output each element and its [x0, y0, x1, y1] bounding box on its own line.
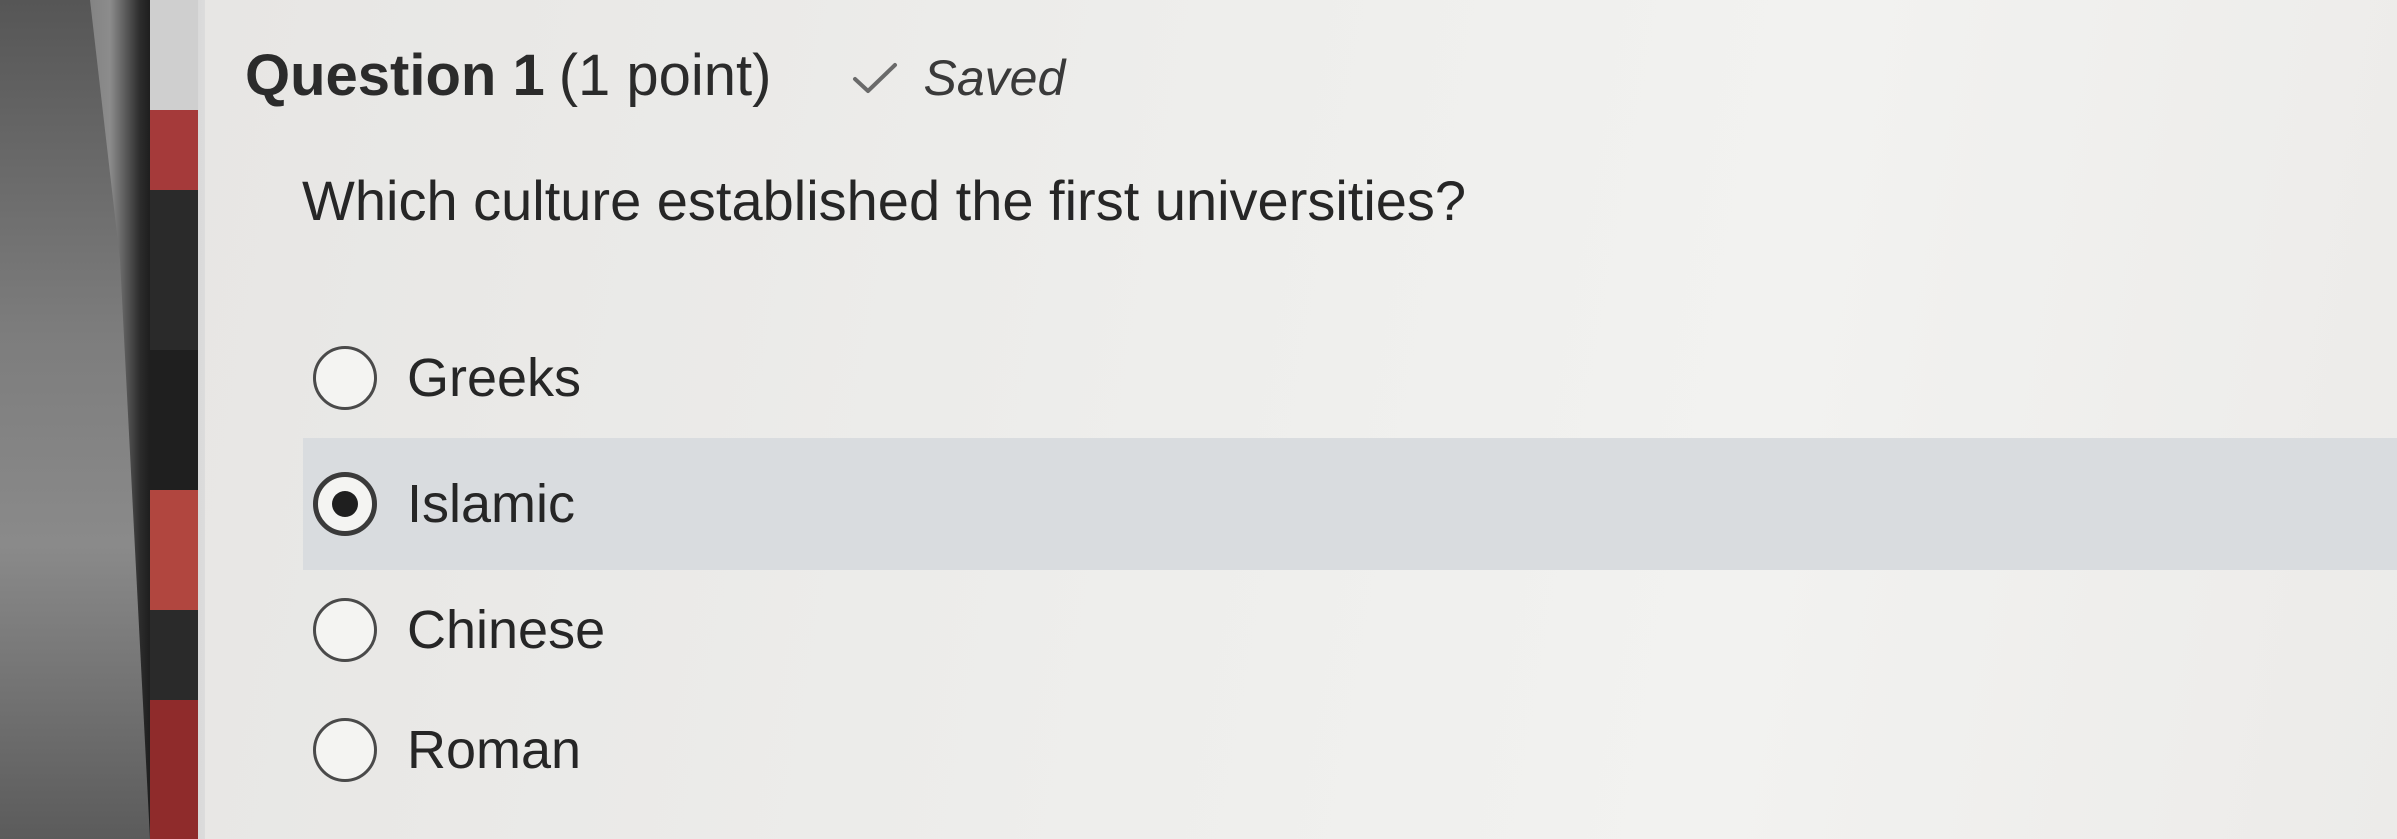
check-icon [852, 63, 897, 93]
radio-button[interactable] [313, 718, 377, 782]
option-islamic[interactable]: Islamic [303, 438, 2397, 570]
option-chinese[interactable]: Chinese [205, 570, 2397, 690]
option-label: Islamic [407, 474, 576, 534]
background-strip [150, 190, 198, 350]
answer-options: Greeks Islamic Chinese Roman [205, 318, 2397, 810]
option-label: Roman [407, 720, 582, 780]
quiz-screen: Question 1 (1 point) Saved Which culture… [205, 0, 2397, 839]
option-label: Greeks [407, 348, 582, 408]
background-bezel [0, 0, 205, 839]
background-cloth [0, 0, 150, 839]
radio-button[interactable] [313, 598, 377, 662]
saved-label: Saved [923, 50, 1066, 106]
radio-button[interactable] [313, 472, 377, 536]
question-header: Question 1 (1 point) Saved [245, 42, 1065, 109]
background-strip [150, 490, 198, 610]
saved-status: Saved [852, 49, 1066, 107]
question-title: Question 1 [245, 43, 545, 108]
radio-selected-dot [332, 491, 358, 517]
background-strip [150, 110, 198, 190]
background-strip [150, 0, 198, 110]
question-points: (1 point) [558, 43, 772, 108]
background-strip [150, 700, 198, 839]
question-prompt: Which culture established the first univ… [302, 169, 1467, 232]
radio-button[interactable] [313, 346, 377, 410]
option-greeks[interactable]: Greeks [205, 318, 2397, 438]
background-strip [150, 350, 198, 490]
option-roman[interactable]: Roman [205, 690, 2397, 810]
option-label: Chinese [407, 600, 606, 660]
background-strip [150, 610, 198, 700]
